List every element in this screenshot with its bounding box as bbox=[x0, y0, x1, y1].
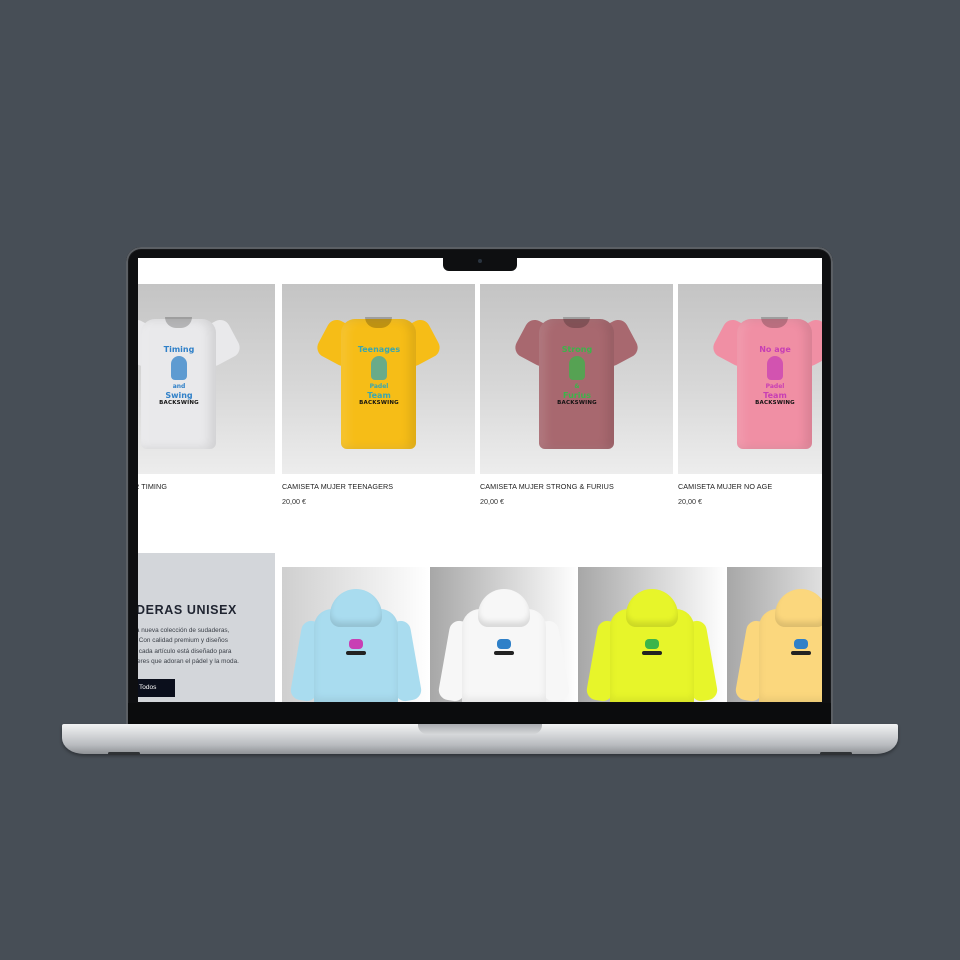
laptop-screen: TimingandSwingBACKSWING R TIMING Teenage… bbox=[138, 258, 822, 702]
hoodie-print bbox=[636, 637, 668, 669]
tshirt-print: No age Padel Team BACKSWING bbox=[753, 345, 797, 415]
print-graphic-icon bbox=[642, 651, 662, 655]
print-line: Furius bbox=[563, 391, 591, 400]
collection-promo: DERAS UNISEX tra nueva colección de suda… bbox=[138, 553, 275, 702]
print-line: No age bbox=[759, 345, 791, 354]
hoodie-image bbox=[585, 587, 719, 702]
view-all-button[interactable]: Todos bbox=[138, 679, 175, 697]
laptop-chin bbox=[128, 703, 831, 725]
tshirt-image: Teenages Padel Team BACKSWING bbox=[313, 311, 444, 451]
brand-logo: BACKSWING bbox=[159, 400, 199, 406]
brand-logo: BACKSWING bbox=[755, 400, 795, 406]
hoodie-image bbox=[734, 587, 822, 702]
print-line: Teenages bbox=[357, 345, 401, 354]
print-graphic-icon bbox=[791, 651, 811, 655]
product-card[interactable]: Strong & Furius BACKSWING CAMISETA MUJER ST… bbox=[480, 284, 673, 506]
product-name[interactable]: CAMISETA MUJER TEENAGERS bbox=[282, 482, 475, 491]
product-name[interactable]: R TIMING bbox=[138, 482, 275, 491]
tshirt-image: No age Padel Team BACKSWING bbox=[709, 311, 822, 451]
tshirt-print: Timing and Swing BACKSWING bbox=[157, 345, 201, 415]
print-line: Team bbox=[763, 391, 787, 400]
print-graphic-icon bbox=[494, 651, 514, 655]
hoodie-print bbox=[785, 637, 817, 669]
print-line: Padel bbox=[765, 383, 785, 390]
hoodie-hood bbox=[478, 589, 530, 627]
print-graphic-icon bbox=[794, 639, 808, 649]
hoodie-card[interactable] bbox=[430, 567, 578, 702]
hoodie-image bbox=[289, 587, 423, 702]
product-name[interactable]: CAMISETA MUJER STRONG & FURIUS bbox=[480, 482, 673, 491]
print-line: and bbox=[172, 383, 186, 390]
product-image[interactable]: No age Padel Team BACKSWING bbox=[678, 284, 822, 474]
hoodie-card[interactable] bbox=[578, 567, 726, 702]
tshirt-print: Teenages Padel Team BACKSWING bbox=[357, 345, 401, 415]
hoodie-hood bbox=[775, 589, 822, 627]
tshirt-image: Strong & Furius BACKSWING bbox=[511, 311, 642, 451]
promo-title: DERAS UNISEX bbox=[138, 603, 237, 617]
brand-logo: BACKSWING bbox=[359, 400, 399, 406]
promo-description-line: tra nueva colección de sudaderas, bbox=[138, 627, 230, 634]
hoodie-print bbox=[488, 637, 520, 669]
promo-description-line: s. Con calidad premium y diseños bbox=[138, 637, 228, 645]
product-card[interactable]: Timing andSwingBACKSWING R TIMING bbox=[138, 284, 275, 491]
player-figure-icon bbox=[767, 356, 783, 380]
brand-logo: BACKSWING bbox=[557, 400, 597, 406]
product-name[interactable]: CAMISETA MUJER NO AGE bbox=[678, 482, 822, 491]
print-line: Padel bbox=[369, 383, 389, 390]
product-image[interactable]: Strong & Furius BACKSWING bbox=[480, 284, 673, 474]
print-graphic-icon bbox=[645, 639, 659, 649]
product-price: 20,00 € bbox=[480, 497, 504, 506]
print-line: Timing bbox=[163, 345, 195, 354]
hoodie-print bbox=[340, 637, 372, 669]
product-card[interactable]: No age Padel Team BACKSWING CAMISETA MUJER … bbox=[678, 284, 822, 506]
print-graphic-icon bbox=[346, 651, 366, 655]
player-figure-icon bbox=[371, 356, 387, 380]
hoodie-card[interactable] bbox=[727, 567, 822, 702]
promo-description: tra nueva colección de sudaderas, s. Con… bbox=[138, 626, 262, 667]
laptop-opening-groove bbox=[418, 724, 542, 734]
hoodie-image bbox=[437, 587, 571, 702]
hoodie-hood bbox=[626, 589, 678, 627]
print-graphic-icon bbox=[497, 639, 511, 649]
print-line: Team bbox=[367, 391, 391, 400]
print-graphic-icon bbox=[349, 639, 363, 649]
product-price: 20,00 € bbox=[282, 497, 306, 506]
print-line: Strong bbox=[561, 345, 593, 354]
print-line: Swing bbox=[165, 391, 193, 400]
player-figure-icon bbox=[569, 356, 585, 380]
laptop-foot bbox=[820, 752, 852, 755]
laptop-foot bbox=[108, 752, 140, 755]
hoodie-hood bbox=[330, 589, 382, 627]
tshirt-image: Timing and Swing BACKSWING bbox=[138, 311, 244, 451]
promo-description-line: ujeres que adoran el pádel y la moda. bbox=[138, 657, 239, 665]
player-figure-icon bbox=[171, 356, 187, 380]
product-image[interactable]: Teenages Padel Team BACKSWING bbox=[282, 284, 475, 474]
promo-description-line: s, cada artículo está diseñado para bbox=[138, 647, 232, 655]
tshirt-print: Strong & Furius BACKSWING bbox=[555, 345, 599, 415]
hoodie-card[interactable] bbox=[282, 567, 430, 702]
product-image[interactable]: Timing and Swing BACKSWING bbox=[138, 284, 275, 474]
print-line: & bbox=[574, 383, 580, 390]
camera-icon bbox=[478, 259, 482, 263]
product-card[interactable]: Teenages Padel Team BACKSWING CAMISETA MUJE… bbox=[282, 284, 475, 506]
product-price: 20,00 € bbox=[678, 497, 702, 506]
